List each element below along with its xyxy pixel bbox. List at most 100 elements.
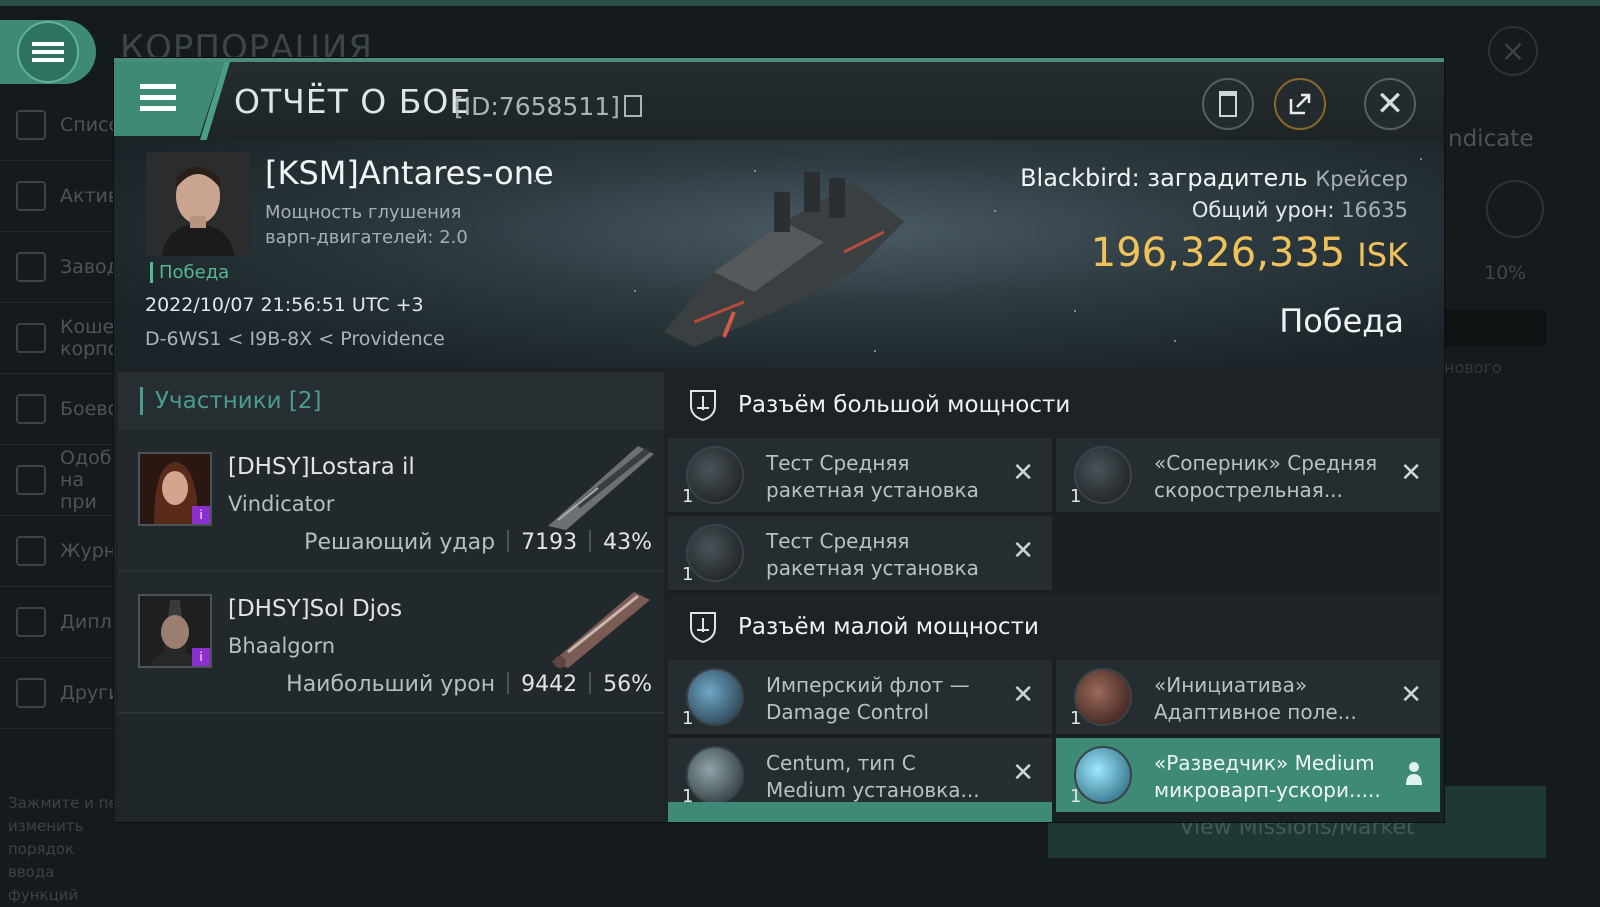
report-id: [ID:7658511] — [454, 92, 642, 121]
high-slot-label: Разъём большой мощности — [738, 392, 1071, 418]
background-external-link-icon[interactable] — [1486, 180, 1544, 238]
bg-sidebar-item[interactable]: Кошел корпо — [0, 303, 126, 374]
module-name-line: Centum, тип C — [766, 751, 916, 775]
attacker-stats: Решающий удар 7193 43% — [304, 530, 652, 555]
bg-sidebar-item[interactable]: Актив — [0, 161, 119, 232]
victim-portrait[interactable] — [146, 152, 250, 256]
attacker-avatar[interactable]: i — [138, 594, 212, 668]
module-name-line: Адаптивное поле... — [1154, 700, 1357, 724]
module-qty: 1 — [1070, 708, 1082, 729]
module-name-line: Тест Средняя — [766, 451, 910, 475]
destroyed-icon: ✕ — [1012, 536, 1034, 566]
missile-launcher-icon — [686, 446, 744, 504]
module-slot[interactable]: 1 «Соперник» Средняя скорострельная... ✕ — [1056, 438, 1440, 512]
module-slot-dropped[interactable]: 1 «Разведчик» Medium микроварп-ускори...… — [1056, 738, 1440, 812]
module-qty: 1 — [1070, 486, 1082, 507]
bg-sidebar-item[interactable]: Дипло — [0, 587, 123, 658]
victim-ship-image[interactable] — [654, 162, 914, 352]
participants-panel: Участники [2] i [DHSY]Lostara il Vindica… — [118, 372, 664, 822]
attacker-ship: Bhaalgorn — [228, 634, 336, 658]
victim-ship-name[interactable]: Blackbird: заградитель Крейсер — [1020, 164, 1408, 192]
module-qty: 1 — [682, 564, 694, 585]
attacker-ship-image — [548, 446, 654, 530]
close-icon: ✕ — [1375, 84, 1405, 124]
background-percent: 10% — [1484, 262, 1527, 284]
alliance-badge: i — [192, 648, 210, 666]
low-slot-icon — [690, 612, 716, 644]
attacker-name[interactable]: [DHSY]Lostara il — [228, 454, 415, 480]
combat-report-modal: ОТЧЁТ О БОЕ [ID:7658511] ✕ [KSM]Antares-… — [114, 58, 1444, 822]
background-sidebar: Списо Актив Завод Кошел корпо Боево Одоб… — [0, 90, 128, 729]
background-close-button[interactable]: × — [1488, 26, 1538, 76]
attacker-avatar[interactable]: i — [138, 452, 212, 526]
modal-header: ОТЧЁТ О БОЕ [ID:7658511] ✕ — [114, 62, 1444, 140]
attacker-percent: 56% — [603, 672, 652, 697]
attacker-name[interactable]: [DHSY]Sol Djos — [228, 596, 402, 622]
attacker-row[interactable]: i [DHSY]Sol Djos Bhaalgorn Наибольший ур… — [118, 572, 664, 714]
attribute-line: варп-двигателей: 2.0 — [265, 227, 468, 248]
module-slot[interactable]: 1 Centum, тип C Medium установка... ✕ — [668, 738, 1052, 812]
low-slot-label: Разъём малой мощности — [738, 614, 1039, 640]
isk-amount: 196,326,335 — [1090, 230, 1346, 276]
isk-unit: ISK — [1357, 236, 1408, 274]
low-slot-header: Разъём малой мощности — [668, 594, 1440, 660]
close-icon: × — [1500, 33, 1526, 69]
header-bar — [140, 387, 143, 415]
module-name: Имперский флот — Damage Control — [766, 672, 970, 726]
module-slot[interactable]: 1 «Инициатива» Адаптивное поле... ✕ — [1056, 660, 1440, 734]
wallet-icon — [16, 323, 46, 353]
module-name-line: ракетная установка — [766, 478, 979, 502]
next-slot-peek — [668, 802, 1052, 822]
attacker-percent: 43% — [603, 530, 652, 555]
alliance-badge: i — [192, 506, 210, 524]
divider — [589, 530, 592, 552]
armor-plate-icon — [686, 746, 744, 804]
bg-sidebar-item[interactable]: Списо — [0, 90, 120, 161]
ship-class: Крейсер — [1315, 167, 1408, 191]
top-accent-bar — [0, 0, 1600, 6]
destroyed-icon: ✕ — [1400, 458, 1422, 488]
victim-pilot-name[interactable]: [KSM]Antares-one — [265, 154, 554, 192]
status-tag: Победа — [150, 262, 229, 283]
journal-icon — [16, 536, 46, 566]
share-icon — [1289, 93, 1311, 115]
module-slot[interactable]: 1 Тест Средняя ракетная установка ✕ — [668, 438, 1052, 512]
kill-location[interactable]: D-6WS1 < I9B-8X < Providence — [145, 328, 445, 350]
module-name: Тест Средняя ракетная установка — [766, 450, 979, 504]
empty-slot — [1056, 516, 1440, 590]
module-slot[interactable]: 1 Имперский флот — Damage Control ✕ — [668, 660, 1052, 734]
isk-value: 196,326,335 ISK — [1091, 230, 1408, 276]
bg-sidebar-item[interactable]: Завод — [0, 232, 120, 303]
factory-icon — [16, 252, 46, 282]
module-slot[interactable]: 1 Тест Средняя ракетная установка ✕ — [668, 516, 1052, 590]
share-button[interactable] — [1274, 78, 1326, 130]
damage-control-icon — [686, 668, 744, 726]
total-damage-label: Общий урон: — [1191, 198, 1335, 222]
hamburger-icon — [17, 21, 79, 83]
report-id-text: [ID:7658511] — [454, 92, 620, 121]
high-slot-icon — [690, 390, 716, 422]
bg-sidebar-item[interactable]: Журна — [0, 516, 128, 587]
attacker-row[interactable]: i [DHSY]Lostara il Vindicator Решающий у… — [118, 430, 664, 572]
attacker-role: Решающий удар — [304, 530, 496, 555]
background-right-text: ndicate — [1448, 126, 1534, 152]
document-button[interactable] — [1202, 78, 1254, 130]
bg-sidebar-item[interactable]: Одобр на при — [0, 445, 124, 516]
module-name-line: Medium установка... — [766, 778, 980, 802]
attacker-role: Наибольший урон — [286, 672, 496, 697]
module-name-line: ракетная установка — [766, 556, 979, 580]
module-name-line: микроварп-ускори..... — [1154, 778, 1381, 802]
module-name: Centum, тип C Medium установка... — [766, 750, 980, 804]
main-menu-button[interactable] — [0, 20, 96, 84]
bg-sidebar-item[interactable]: Боево — [0, 374, 119, 445]
module-name-line: скорострельная... — [1154, 478, 1343, 502]
destroyed-icon: ✕ — [1012, 458, 1034, 488]
divider — [589, 672, 592, 694]
copy-icon[interactable] — [623, 95, 642, 117]
module-qty: 1 — [1070, 786, 1082, 807]
close-button[interactable]: ✕ — [1364, 78, 1416, 130]
bg-sidebar-item[interactable]: Други — [0, 658, 120, 729]
module-name-line: «Разведчик» Medium — [1154, 751, 1375, 775]
total-damage-value: 16635 — [1341, 198, 1408, 222]
attacker-ship-image — [552, 592, 650, 668]
